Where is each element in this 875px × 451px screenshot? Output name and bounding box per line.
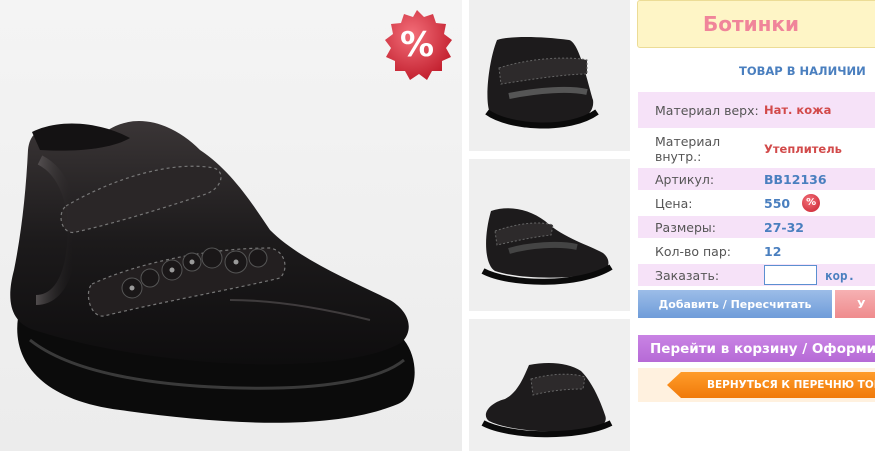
go-to-cart-button[interactable]: Перейти в корзину / Оформи bbox=[638, 335, 875, 362]
row-order: Заказать: кор. bbox=[638, 264, 875, 286]
thumbnail-front[interactable] bbox=[469, 0, 630, 151]
quantity-input[interactable] bbox=[764, 265, 817, 285]
row-price: Цена: 550 % bbox=[638, 192, 875, 214]
price-sale-icon: % bbox=[802, 194, 821, 212]
add-recalculate-button[interactable]: Добавить / Пересчитать bbox=[638, 290, 832, 318]
boot-thumbnail-icon bbox=[485, 37, 599, 129]
pairs-value: 12 bbox=[764, 243, 782, 259]
material-top-value: Нат. кожа bbox=[764, 103, 832, 117]
row-pairs: Кол-во пар: 12 bbox=[638, 240, 875, 262]
thumbnail-angle[interactable] bbox=[469, 319, 630, 451]
row-material-top: Материал верх: Нат. кожа bbox=[638, 92, 875, 128]
main-product-image[interactable]: % bbox=[0, 0, 462, 451]
product-title: Ботинки bbox=[703, 12, 799, 36]
order-unit-label: кор. bbox=[825, 267, 856, 283]
delete-button[interactable]: У bbox=[835, 290, 875, 318]
pairs-label: Кол-во пар: bbox=[655, 243, 731, 259]
sizes-value: 27-32 bbox=[764, 219, 804, 235]
material-top-label: Материал верх: bbox=[655, 102, 759, 118]
sale-badge: % bbox=[380, 8, 454, 82]
sale-badge-text: % bbox=[399, 25, 435, 65]
boot-thumbnail-icon bbox=[481, 208, 613, 285]
row-material-inner: Материал внутр.: Утеплитель bbox=[638, 132, 875, 166]
back-to-list-button[interactable]: ВЕРНУТЬСЯ К ПЕРЕЧНЮ ТОВ bbox=[667, 372, 875, 398]
material-inner-value: Утеплитель bbox=[764, 142, 842, 156]
sizes-label: Размеры: bbox=[655, 219, 716, 235]
stock-status: ТОВАР В НАЛИЧИИ bbox=[739, 64, 866, 78]
thumbnail-side[interactable] bbox=[469, 159, 630, 311]
article-label: Артикул: bbox=[655, 171, 715, 187]
product-title-box: Ботинки bbox=[637, 0, 875, 48]
price-value: 550 bbox=[764, 195, 791, 211]
price-label: Цена: bbox=[655, 195, 693, 211]
boot-thumbnail-icon bbox=[481, 363, 613, 438]
material-inner-label: Материал внутр.: bbox=[655, 134, 721, 164]
row-article: Артикул: BB12136 bbox=[638, 168, 875, 190]
row-sizes: Размеры: 27-32 bbox=[638, 216, 875, 238]
article-value: BB12136 bbox=[764, 171, 827, 187]
order-label: Заказать: bbox=[655, 267, 720, 283]
